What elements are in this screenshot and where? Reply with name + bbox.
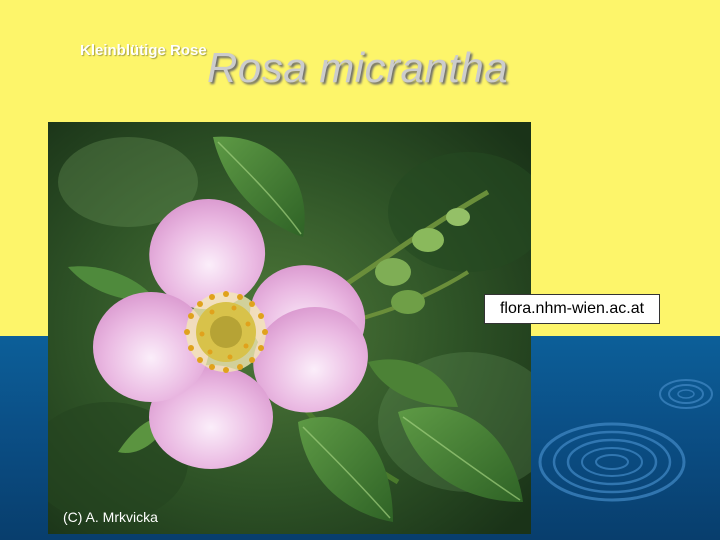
common-name-label: Kleinblütige Rose	[80, 42, 207, 59]
source-label: flora.nhm-wien.ac.at	[484, 294, 660, 324]
rose-photo	[28, 122, 558, 534]
slide-title: Rosa micrantha	[207, 44, 509, 91]
slide: Kleinblütige Rose Rosa micrantha (C) A. …	[0, 0, 720, 540]
photo-credit: (C) A. Mrkvicka	[63, 509, 158, 525]
rose-flower-icon	[28, 122, 558, 534]
